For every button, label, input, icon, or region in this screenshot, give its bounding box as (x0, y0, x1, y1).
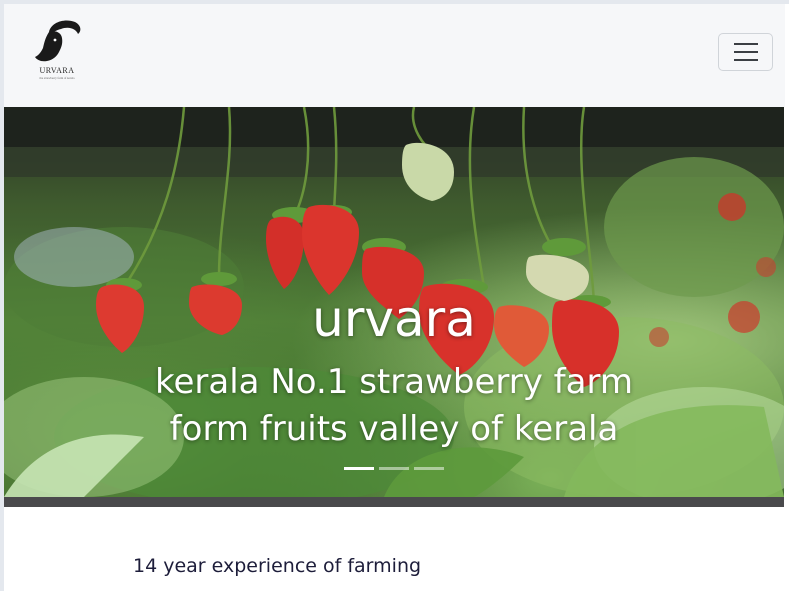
carousel-indicators (344, 467, 444, 470)
hero-caption-line1: kerala No.1 strawberry farm (155, 362, 633, 402)
brand-tagline: the strawberry farm of kerala (39, 76, 75, 80)
navbar: URVARA the strawberry farm of kerala (4, 4, 785, 107)
hero-bottom-divider (4, 497, 784, 507)
brand-name: URVARA (39, 66, 75, 75)
carousel-indicator-1[interactable] (344, 467, 374, 470)
goat-logo-icon (35, 20, 81, 62)
hero-caption-line2: form fruits valley of kerala (169, 409, 619, 449)
carousel-indicator-3[interactable] (414, 467, 444, 470)
carousel-indicator-2[interactable] (379, 467, 409, 470)
brand-logo[interactable]: URVARA the strawberry farm of kerala (28, 18, 86, 90)
hamburger-icon (733, 43, 758, 45)
menu-toggle-button[interactable] (718, 33, 773, 71)
hamburger-icon-line (733, 51, 758, 53)
hamburger-icon-line (733, 59, 758, 61)
hero-title: urvara (312, 290, 476, 348)
experience-heading: 14 year experience of farming (133, 555, 422, 577)
hero-carousel[interactable]: urvara kerala No.1 strawberry farm form … (4, 107, 784, 497)
